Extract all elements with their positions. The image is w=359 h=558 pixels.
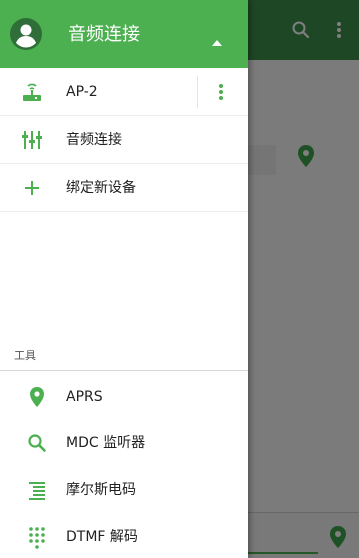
drawer-item-label: 音频连接 xyxy=(66,132,122,148)
router-icon xyxy=(20,80,44,104)
drawer-item-label: AP-2 xyxy=(66,84,98,100)
drawer-item-aprs[interactable]: APRS xyxy=(0,373,248,421)
drawer-item-label: 摩尔斯电码 xyxy=(66,482,136,498)
search-icon xyxy=(25,431,49,455)
drawer-item-label: DTMF 解码 xyxy=(66,529,138,545)
list-icon xyxy=(25,478,49,502)
divider xyxy=(197,76,198,108)
drawer-item-ap-2[interactable]: AP-2 xyxy=(0,68,248,116)
equalizer-icon xyxy=(20,128,44,152)
section-header-tools: 工具 xyxy=(14,349,36,362)
drawer-item-bind-new-device[interactable]: 绑定新设备 xyxy=(0,164,248,212)
dialpad-icon xyxy=(25,525,49,549)
drawer-item-mdc-monitor[interactable]: MDC 监听器 xyxy=(0,419,248,467)
drawer-item-label: 绑定新设备 xyxy=(66,180,136,196)
drawer-item-dtmf-decoder[interactable]: DTMF 解码 xyxy=(0,513,248,558)
drawer-item-label: MDC 监听器 xyxy=(66,435,146,451)
caret-up-icon[interactable] xyxy=(212,31,222,46)
divider xyxy=(0,370,248,371)
plus-icon xyxy=(20,176,44,200)
divider xyxy=(0,211,248,212)
drawer-item-label: APRS xyxy=(66,389,103,405)
drawer-item-audio-connection[interactable]: 音频连接 xyxy=(0,116,248,164)
map-pin-icon xyxy=(25,385,49,409)
account-circle-icon xyxy=(10,18,42,50)
drawer-title: 音频连接 xyxy=(68,24,140,45)
drawer-header[interactable]: 音频连接 xyxy=(0,0,248,68)
more-vert-icon[interactable] xyxy=(208,79,234,105)
drawer-item-morse-code[interactable]: 摩尔斯电码 xyxy=(0,466,248,514)
navigation-drawer: 音频连接 AP-2 音频连接 绑定新设备 工具 APRS MDC 监听器 摩尔斯… xyxy=(0,0,248,558)
